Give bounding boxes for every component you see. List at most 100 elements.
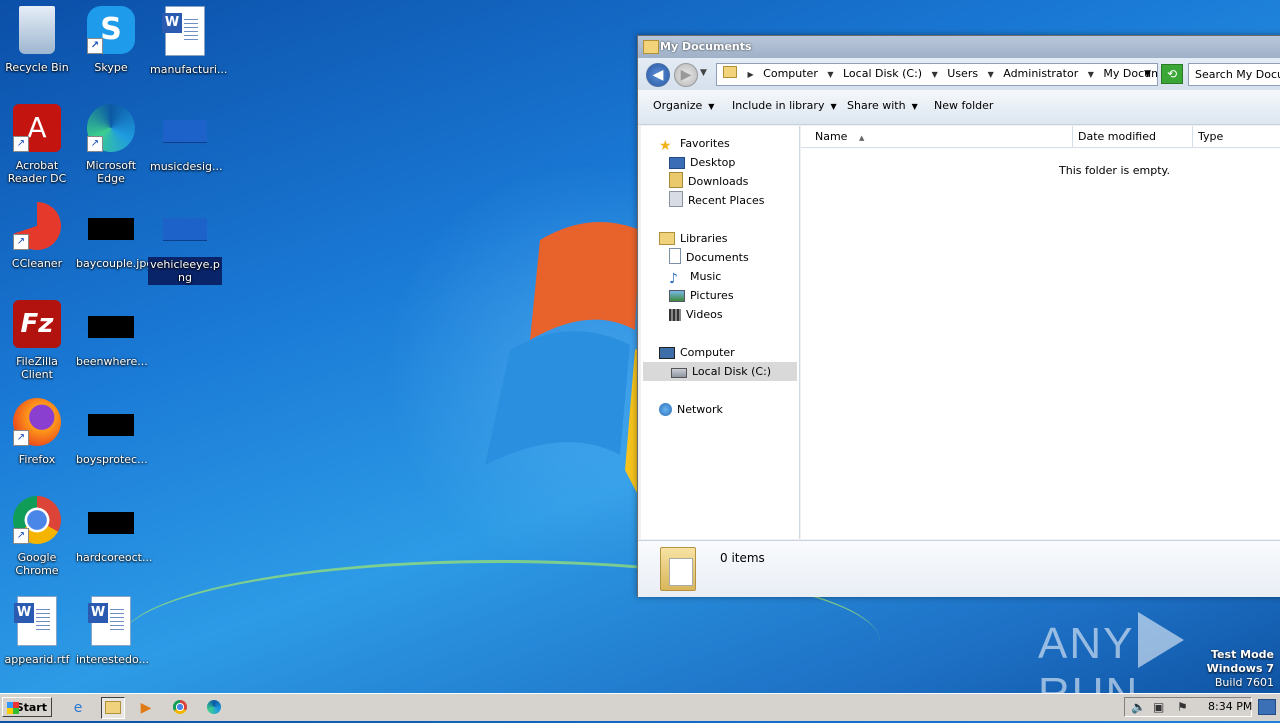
clock[interactable]: 8:34 PM	[1208, 700, 1252, 713]
desktop-icon-label: appearid.rtf	[4, 653, 70, 666]
share-with-button[interactable]: Share with ▼	[847, 99, 918, 112]
action-center-flag-icon[interactable]: ⚑	[1177, 700, 1188, 714]
desktop-icon-vehicleeye[interactable]: vehicleeye.png	[148, 202, 222, 285]
nav-label: Videos	[686, 308, 723, 321]
computer-icon	[659, 347, 675, 359]
forward-button[interactable]: ▶	[674, 63, 698, 87]
share-with-label: Share with	[847, 99, 906, 112]
start-button[interactable]: Start	[2, 697, 52, 717]
nav-computer[interactable]: Computer	[659, 343, 735, 362]
window-title: My Documents	[660, 40, 752, 53]
desktop-icon-label: manufacturi...	[150, 63, 228, 76]
breadcrumb-administrator[interactable]: Administrator	[1003, 67, 1078, 80]
desktop-icon-recycle-bin[interactable]: Recycle Bin	[0, 6, 74, 75]
desktop-icon-interestedo[interactable]: interestedo...	[74, 596, 149, 667]
title-bar[interactable]: My Documents	[638, 36, 1280, 58]
nav-network[interactable]: Network	[659, 400, 723, 419]
address-bar[interactable]: ▶ Computer ▼ Local Disk (C:) ▼ Users ▼ A…	[716, 63, 1158, 86]
chevron-down-icon[interactable]: ▼	[932, 70, 938, 79]
videos-icon	[669, 309, 681, 321]
desktop-icon-beenwhere[interactable]: beenwhere...	[74, 300, 148, 369]
desktop-icon-firefox[interactable]: ↗ Firefox	[0, 398, 74, 467]
volume-icon[interactable]: 🔈	[1131, 700, 1146, 714]
internet-explorer-icon[interactable]: e	[66, 697, 90, 719]
file-list-pane[interactable]: Name ▲ Date modified Type This folder is…	[801, 126, 1280, 539]
test-mode-notice: Test Mode Windows 7 Build 7601	[1207, 648, 1274, 690]
nav-label: Desktop	[690, 156, 736, 169]
nav-downloads[interactable]: Downloads	[669, 172, 748, 191]
empty-folder-message: This folder is empty.	[1059, 164, 1170, 177]
nav-pictures[interactable]: Pictures	[669, 286, 734, 305]
chevron-down-icon[interactable]: ▼	[827, 70, 833, 79]
recycle-bin-icon	[19, 6, 55, 54]
nav-libraries[interactable]: Libraries	[659, 229, 728, 248]
nav-label: Documents	[686, 251, 749, 264]
organize-label: Organize	[653, 99, 703, 112]
downloads-icon	[669, 172, 683, 188]
breadcrumb-local-disk[interactable]: Local Disk (C:)	[843, 67, 922, 80]
word-document-icon	[162, 6, 205, 56]
desktop-icon-acrobat[interactable]: A ↗ Acrobat Reader DC	[0, 104, 74, 186]
column-header-name[interactable]: Name ▲	[801, 126, 1073, 148]
recent-pages-dropdown[interactable]: ▼	[700, 68, 707, 78]
chrome-taskbar-icon[interactable]	[168, 697, 192, 719]
address-dropdown-icon[interactable]: ▼	[1144, 64, 1151, 84]
include-in-library-button[interactable]: Include in library ▼	[732, 99, 837, 112]
explorer-window[interactable]: My Documents ◀ ▶ ▼ ▶ Computer ▼ Local Di…	[637, 35, 1280, 597]
media-player-icon[interactable]: ▶	[134, 697, 158, 719]
firefox-icon: ↗	[13, 398, 61, 446]
desktop-icon-filezilla[interactable]: Fz FileZilla Client	[0, 300, 74, 382]
edge-taskbar-icon[interactable]	[202, 697, 226, 719]
network-status-icon[interactable]: ▣	[1153, 700, 1164, 714]
desktop-icon-appearid[interactable]: appearid.rtf	[0, 596, 74, 667]
new-folder-button[interactable]: New folder	[934, 99, 993, 112]
folder-icon	[660, 547, 696, 591]
desktop-icon-skype[interactable]: S ↗ Skype	[74, 6, 148, 75]
breadcrumb-users[interactable]: Users	[947, 67, 978, 80]
desktop-icon-label: beenwhere...	[76, 355, 148, 368]
network-icon	[659, 403, 672, 416]
desktop-icon-boysprotec[interactable]: boysprotec...	[74, 398, 148, 467]
nav-local-disk[interactable]: Local Disk (C:)	[643, 362, 797, 381]
nav-label: Downloads	[688, 175, 749, 188]
address-row: ◀ ▶ ▼ ▶ Computer ▼ Local Disk (C:) ▼ Use…	[638, 58, 1280, 90]
acrobat-icon: A ↗	[13, 104, 61, 152]
desktop-icon-edge[interactable]: ↗ Microsoft Edge	[74, 104, 148, 186]
search-input[interactable]: Search My Documents	[1188, 63, 1280, 86]
desktop-icon-hardcoreoct[interactable]: hardcoreoct...	[74, 496, 152, 565]
nav-documents[interactable]: Documents	[669, 248, 749, 267]
taskbar: Start e ▶ 🔈 ▣ ⚑	[0, 693, 1280, 721]
desktop-icon-chrome[interactable]: ↗ Google Chrome	[0, 496, 74, 578]
folder-icon	[643, 40, 659, 54]
image-file-icon	[163, 120, 207, 143]
back-button[interactable]: ◀	[646, 63, 670, 87]
column-header-date-modified[interactable]: Date modified	[1073, 126, 1193, 148]
chevron-down-icon[interactable]: ▼	[1088, 70, 1094, 79]
edge-icon: ↗	[87, 104, 135, 152]
nav-desktop[interactable]: Desktop	[669, 153, 735, 172]
breadcrumb-computer[interactable]: Computer	[763, 67, 818, 80]
show-desktop-button[interactable]	[1258, 699, 1276, 715]
desktop-icon-ccleaner[interactable]: ↗ CCleaner	[0, 202, 74, 271]
chevron-down-icon[interactable]: ▼	[988, 70, 994, 79]
nav-music[interactable]: ♪ Music	[669, 267, 721, 287]
refresh-button[interactable]: ⟲	[1161, 64, 1183, 84]
desktop-icon-baycouple[interactable]: baycouple.jpg	[74, 202, 153, 271]
windows-flag-icon	[7, 702, 19, 714]
music-icon: ♪	[669, 271, 678, 287]
desktop-icon-manufacturi[interactable]: manufacturi...	[148, 6, 228, 77]
nav-favorites[interactable]: ★ Favorites	[659, 134, 730, 154]
nav-videos[interactable]: Videos	[669, 305, 723, 324]
desktop-icon-musicdesig[interactable]: musicdesig...	[148, 104, 223, 174]
nav-recent-places[interactable]: Recent Places	[669, 191, 765, 210]
column-header-type[interactable]: Type	[1193, 126, 1280, 148]
explorer-taskbar-icon[interactable]	[101, 697, 125, 719]
item-count: 0 items	[720, 551, 765, 565]
build-label: Build 7601	[1214, 676, 1274, 689]
chevron-right-icon[interactable]: ▶	[748, 70, 754, 79]
organize-button[interactable]: Organize ▼	[653, 99, 714, 112]
nav-label: Pictures	[690, 289, 734, 302]
desktop-icon-label: Acrobat Reader DC	[7, 159, 67, 185]
include-in-library-label: Include in library	[732, 99, 825, 112]
chevron-down-icon: ▼	[830, 102, 837, 111]
